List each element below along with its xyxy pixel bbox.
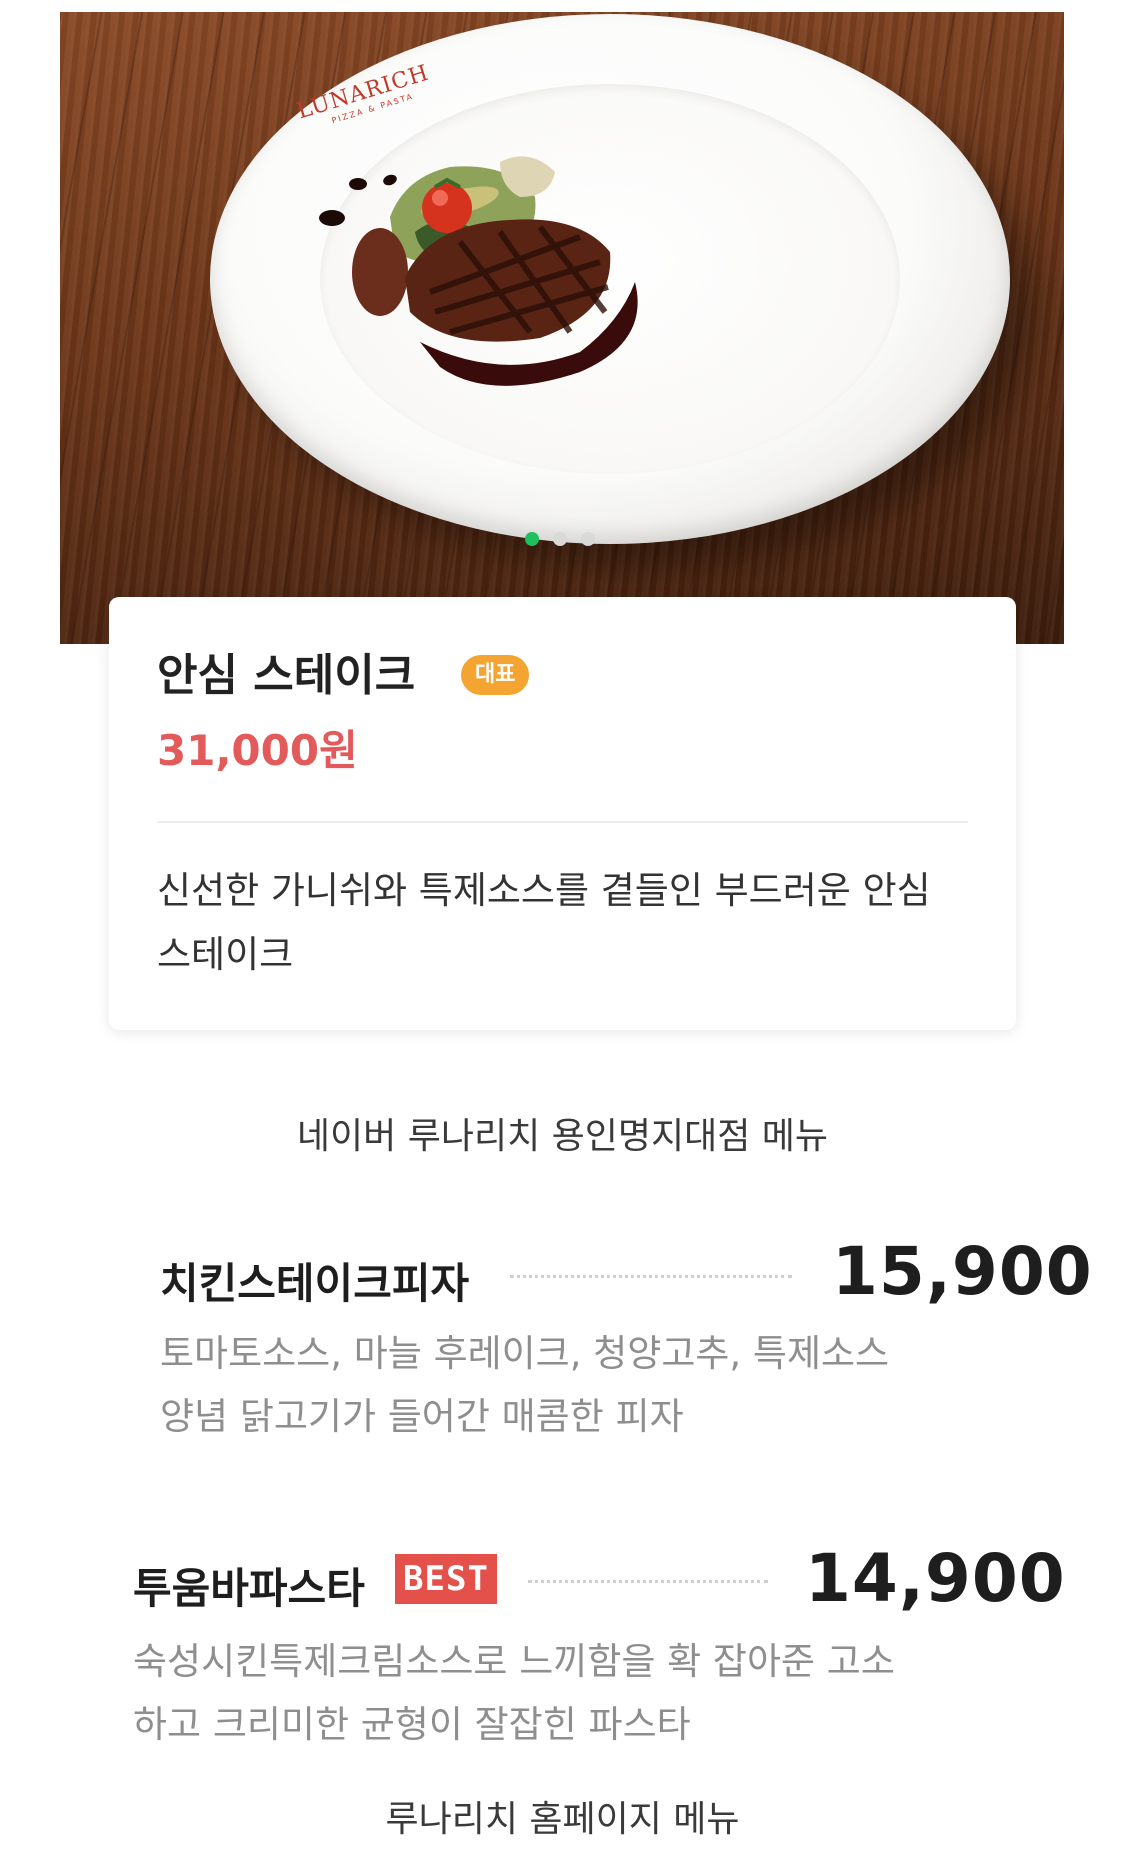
menu-item-description-line-2: 하고 크리미한 균형이 잘잡힌 파스타: [133, 1703, 691, 1746]
carousel-dot-3[interactable]: [581, 532, 595, 546]
representative-badge: 대표: [461, 655, 530, 695]
featured-description: 신선한 가니쉬와 특제소스를 곁들인 부드러운 안심 스테이크: [157, 869, 931, 976]
featured-menu-card[interactable]: 안심 스테이크 대표 31,000원 신선한 가니쉬와 특제소스를 곁들인 부드…: [109, 597, 1016, 1030]
carousel-indicator: [525, 532, 595, 546]
dotted-leader: [510, 1275, 792, 1278]
menu-item-name: 투움바파스타: [133, 1564, 365, 1613]
card-divider: [157, 821, 968, 823]
steak-dish-illustration: [319, 156, 638, 386]
dotted-leader: [528, 1580, 768, 1583]
naver-menu-caption: 네이버 루나리치 용인명지대점 메뉴: [296, 1116, 829, 1157]
carousel-dot-1[interactable]: [525, 532, 539, 546]
menu-item-price: 14,900: [805, 1540, 1066, 1617]
menu-item-price: 15,900: [832, 1233, 1093, 1310]
menu-item-description-line-2: 양념 닭고기가 들어간 매콤한 피자: [160, 1395, 684, 1438]
featured-title: 안심 스테이크: [157, 650, 416, 701]
menu-item-description-line-1: 숙성시킨특제크림소스로 느끼함을 확 잡아준 고소: [133, 1640, 895, 1683]
best-badge: BEST: [395, 1554, 497, 1604]
menu-item-name: 치킨스테이크피자: [160, 1259, 470, 1308]
featured-price: 31,000원: [157, 726, 358, 775]
homepage-menu-caption: 루나리치 홈페이지 메뉴: [385, 1799, 740, 1840]
hero-image-carousel[interactable]: LUNARICH PIZZA & PASTA: [60, 12, 1064, 644]
menu-item-description-line-1: 토마토소스, 마늘 후레이크, 청양고추, 특제소스: [160, 1332, 890, 1375]
carousel-dot-2[interactable]: [553, 532, 567, 546]
